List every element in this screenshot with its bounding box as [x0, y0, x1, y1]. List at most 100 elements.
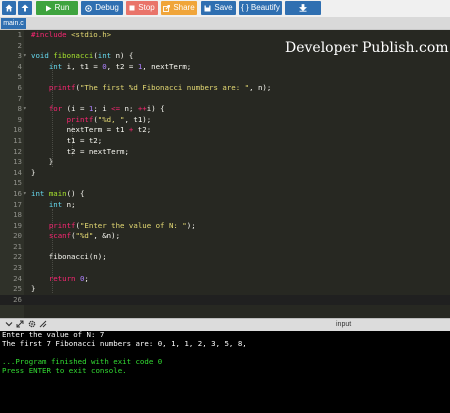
code-line[interactable]: 25}: [0, 284, 450, 295]
tab-bar: main.c: [0, 17, 450, 30]
line-number: 14: [13, 167, 22, 177]
code-line[interactable]: 22 fibonacci(n);: [0, 252, 450, 263]
line-number: 6: [17, 82, 22, 92]
io-panel-title: input: [336, 321, 352, 328]
share-icon: [163, 4, 171, 12]
line-number: 9: [17, 114, 22, 124]
code-line[interactable]: 14}: [0, 168, 450, 179]
share-label: Share: [173, 3, 195, 12]
line-number: 7: [17, 93, 22, 103]
code-line[interactable]: 7: [0, 94, 450, 105]
code-line[interactable]: 16 ▾ int main() {: [0, 189, 450, 200]
code-line[interactable]: 5: [0, 72, 450, 83]
code-text: t1 = t2;: [31, 135, 103, 145]
save-button[interactable]: Save: [201, 1, 236, 15]
code-line[interactable]: 11 t1 = t2;: [0, 136, 450, 147]
code-line[interactable]: 4 int i, t1 = 0, t2 = 1, nextTerm;: [0, 62, 450, 73]
line-number: 4: [17, 61, 22, 71]
code-line[interactable]: 12 t2 = nextTerm;: [0, 147, 450, 158]
code-line[interactable]: 17 int n;: [0, 200, 450, 211]
line-number: 24: [13, 273, 22, 283]
home-icon: [5, 4, 13, 12]
code-line[interactable]: 13 }: [0, 157, 450, 168]
line-number: 15: [13, 178, 22, 188]
line-number: 19: [13, 220, 22, 230]
code-line[interactable]: 19 printf("Enter the value of N: ");: [0, 221, 450, 232]
console-output[interactable]: Enter the value of N: 7 The first 7 Fibon…: [0, 330, 450, 413]
watermark-brand: Developer Publish.com: [285, 40, 449, 56]
download-icon: [299, 4, 307, 12]
run-button[interactable]: Run: [36, 1, 78, 15]
code-line[interactable]: 10 nextTerm = t1 + t2;: [0, 125, 450, 136]
line-number: 26: [13, 294, 22, 304]
debug-button[interactable]: Debug: [81, 1, 123, 15]
upload-button[interactable]: [18, 1, 32, 15]
code-text: nextTerm = t1 + t2;: [31, 125, 152, 135]
floppy-icon: [204, 5, 211, 11]
code-text: #include <stdio.h>: [31, 30, 112, 39]
code-text: fibonacci(n);: [31, 252, 107, 262]
line-number: 5: [17, 72, 22, 82]
line-number: 23: [13, 263, 22, 273]
line-number: 25: [13, 284, 22, 294]
code-text: }: [31, 157, 54, 167]
code-line[interactable]: 9 printf("%d, ", t1);: [0, 115, 450, 126]
code-line[interactable]: 26: [0, 294, 450, 306]
code-text: scanf("%d", &n);: [48, 231, 121, 241]
code-line[interactable]: 15: [0, 178, 450, 189]
line-number: 8: [17, 104, 22, 114]
upload-icon: [21, 4, 29, 12]
code-line[interactable]: 1 #include <stdio.h>: [0, 30, 450, 41]
line-number: 20: [13, 231, 22, 241]
gear-icon[interactable]: [28, 320, 36, 328]
code-line[interactable]: 20 scanf("%d", &n);: [0, 231, 450, 242]
resize-icon[interactable]: [39, 320, 47, 328]
code-text: void fibonacci(int n) {: [31, 51, 134, 61]
line-number: 17: [13, 199, 22, 209]
code-lines[interactable]: 1 #include <stdio.h> 2 3 ▾ void fibonacci(int…: [0, 30, 450, 306]
play-icon: [45, 5, 52, 11]
code-text: printf("Enter the value of N: ");: [48, 220, 196, 230]
code-editor[interactable]: 1 #include <stdio.h> 2 3 ▾ void fibonacci(int…: [0, 30, 450, 318]
code-line[interactable]: 23: [0, 263, 450, 274]
beautify-label: { } Beautify: [241, 3, 280, 12]
line-number: 21: [13, 241, 22, 251]
code-text: int i, t1 = 0, t2 = 1, nextTerm;: [48, 61, 192, 71]
share-button[interactable]: Share: [161, 1, 197, 15]
line-number: 18: [13, 210, 22, 220]
run-label: Run: [54, 3, 70, 12]
line-number: 2: [17, 40, 22, 50]
fold-arrow-icon[interactable]: ▾: [23, 51, 27, 62]
code-line[interactable]: 24 return 0;: [0, 274, 450, 285]
code-line[interactable]: 18: [0, 210, 450, 221]
stop-button[interactable]: Stop: [126, 1, 158, 15]
line-number: 10: [13, 125, 22, 135]
console-line: Press ENTER to exit console.: [2, 365, 127, 375]
debug-label: Debug: [95, 3, 119, 12]
code-text: t2 = nextTerm;: [31, 146, 129, 156]
stop-label: Stop: [138, 3, 155, 12]
fold-arrow-icon[interactable]: ▾: [23, 189, 27, 200]
beautify-button[interactable]: { } Beautify: [239, 1, 282, 15]
code-text: int main() {: [31, 188, 85, 198]
line-number: 11: [13, 135, 22, 145]
home-button[interactable]: [2, 1, 16, 15]
code-line[interactable]: 21: [0, 242, 450, 253]
tab-main-c[interactable]: main.c: [1, 18, 26, 29]
toolbar: Run Debug Stop Share Save { } Beautify: [0, 0, 450, 17]
code-line[interactable]: 8 ▾ for (i = 1; i <= n; ++i) {: [0, 104, 450, 115]
download-button[interactable]: [285, 1, 321, 15]
fold-arrow-icon[interactable]: ▾: [23, 104, 27, 115]
code-line[interactable]: 6 printf("The first %d Fibonacci numbers…: [0, 83, 450, 94]
code-text: printf("%d, ", t1);: [66, 114, 152, 124]
code-text: }: [31, 284, 36, 294]
code-text: int n;: [48, 199, 76, 209]
line-number: 22: [13, 252, 22, 262]
stop-icon: [129, 5, 135, 11]
line-number: 1: [17, 30, 22, 39]
code-text: for (i = 1; i <= n; ++i) {: [48, 104, 165, 114]
chevron-down-icon[interactable]: [5, 320, 13, 328]
line-number: 13: [13, 157, 22, 167]
expand-icon[interactable]: [16, 320, 24, 328]
line-number: 16: [13, 188, 22, 198]
